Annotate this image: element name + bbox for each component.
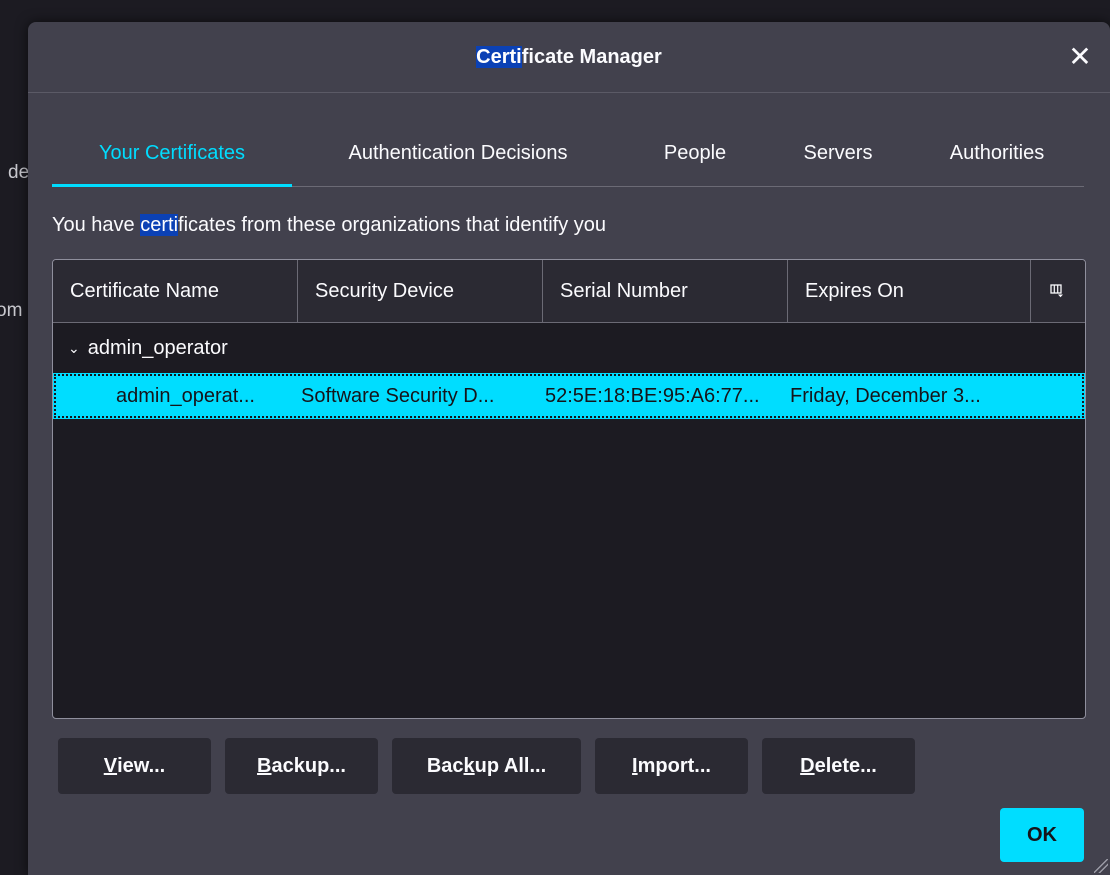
tab-authorities[interactable]: Authorities: [910, 120, 1084, 186]
cell-certificate-name: admin_operat...: [116, 384, 255, 407]
ok-button[interactable]: OK: [1000, 808, 1084, 862]
description-find-highlight: certi: [140, 214, 179, 236]
tree-header: Certificate Name Security Device Serial …: [53, 260, 1085, 323]
title-find-highlight: Certi: [476, 45, 522, 68]
certificates-description: You have certificates from these organiz…: [52, 214, 606, 237]
backup-all-button[interactable]: Bac k up All...: [392, 738, 581, 794]
cell-expires-on: Friday, December 3...: [790, 384, 981, 407]
dialog-titlebar: Certificate Manager ✕: [28, 22, 1110, 93]
tab-bar: Your Certificates Authentication Decisio…: [52, 120, 1084, 187]
import-button[interactable]: Import...: [595, 738, 748, 794]
tab-people[interactable]: People: [624, 120, 766, 186]
backup-all-accesskey: k: [463, 754, 475, 777]
description-prefix: You have: [52, 214, 141, 236]
column-picker-glyph: [1050, 284, 1063, 298]
column-certificate-name[interactable]: Certificate Name: [53, 260, 298, 322]
backup-all-label-prefix: Bac: [426, 754, 464, 777]
tab-your-certificates[interactable]: Your Certificates: [52, 120, 292, 187]
certificate-row[interactable]: admin_operat... Software Security D... 5…: [53, 373, 1085, 419]
description-suffix: ficates from these organizations that id…: [178, 214, 607, 236]
backup-accesskey: B: [257, 754, 272, 777]
background-text-de: de: [8, 162, 30, 183]
group-name: admin_operator: [87, 336, 228, 359]
tab-servers[interactable]: Servers: [766, 120, 910, 186]
delete-accesskey: D: [800, 754, 815, 777]
import-label: mport...: [637, 754, 711, 777]
view-label: iew...: [117, 754, 166, 777]
tab-authentication-decisions[interactable]: Authentication Decisions: [292, 120, 624, 186]
certificates-tree[interactable]: Certificate Name Security Device Serial …: [52, 259, 1086, 719]
column-serial-number[interactable]: Serial Number: [543, 260, 788, 322]
delete-label: elete...: [814, 754, 877, 777]
action-buttons: View... Backup... Bac k up All... Import..…: [58, 738, 915, 794]
column-picker-icon[interactable]: [1031, 260, 1083, 322]
backup-button[interactable]: Backup...: [225, 738, 378, 794]
backup-all-label: up All...: [474, 754, 547, 777]
resize-grip-icon[interactable]: [1094, 859, 1108, 873]
cell-serial-number: 52:5E:18:BE:95:A6:77...: [545, 384, 760, 407]
tree-group-row[interactable]: ⌄ admin_operator: [53, 323, 1085, 373]
view-accesskey: V: [103, 754, 118, 777]
certificate-manager-dialog: Certificate Manager ✕ Your Certificates …: [28, 22, 1110, 875]
title-text: ficate Manager: [521, 45, 662, 68]
delete-button[interactable]: Delete...: [762, 738, 915, 794]
view-button[interactable]: View...: [58, 738, 211, 794]
column-expires-on[interactable]: Expires On: [788, 260, 1031, 322]
dialog-title: Certificate Manager: [476, 45, 662, 69]
close-icon[interactable]: ✕: [1062, 38, 1098, 74]
background-text-om: om: [0, 300, 23, 321]
chevron-down-icon[interactable]: ⌄: [68, 340, 80, 357]
column-security-device[interactable]: Security Device: [298, 260, 543, 322]
cell-security-device: Software Security D...: [301, 384, 495, 407]
backup-label: ackup...: [271, 754, 346, 777]
